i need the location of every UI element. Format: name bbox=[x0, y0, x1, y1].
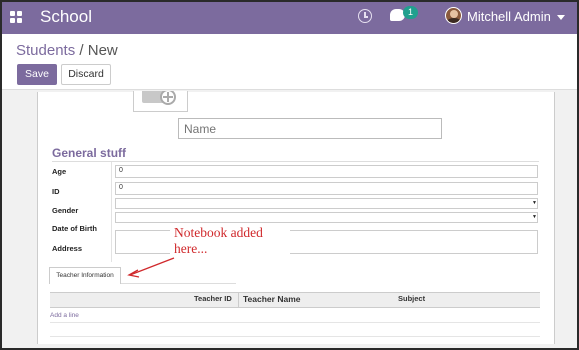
apps-grid-icon[interactable] bbox=[10, 11, 22, 23]
gender-dropdown-icon[interactable]: ▼ bbox=[532, 200, 537, 206]
column-teacher-id[interactable]: Teacher ID bbox=[194, 294, 232, 303]
app-window: School 1 Mitchell Admin Students / New S… bbox=[0, 0, 579, 350]
teacher-table-header: Teacher ID Teacher Name Subject bbox=[50, 292, 540, 308]
tab-underline bbox=[121, 283, 236, 284]
discard-button[interactable]: Discard bbox=[61, 64, 111, 85]
app-title[interactable]: School bbox=[40, 7, 92, 27]
annotation-arrow-icon bbox=[127, 257, 175, 278]
breadcrumb-students-link[interactable]: Students bbox=[16, 42, 75, 59]
activity-clock-icon[interactable] bbox=[358, 9, 372, 23]
annotation-line-1: Notebook added bbox=[174, 225, 263, 240]
annotation-line-2: here... bbox=[174, 241, 208, 256]
image-upload-placeholder[interactable] bbox=[133, 91, 188, 112]
top-navbar: School 1 Mitchell Admin bbox=[2, 2, 577, 34]
id-label: ID bbox=[52, 187, 60, 196]
user-name[interactable]: Mitchell Admin bbox=[467, 9, 551, 24]
age-field[interactable]: 0 bbox=[115, 165, 538, 178]
label-column-divider bbox=[111, 162, 112, 262]
chevron-down-icon[interactable] bbox=[557, 15, 565, 20]
add-image-icon bbox=[160, 91, 176, 105]
group-title: General stuff bbox=[52, 146, 127, 160]
column-divider bbox=[238, 293, 239, 307]
save-button[interactable]: Save bbox=[17, 64, 57, 85]
gender-label: Gender bbox=[52, 206, 79, 215]
group-separator bbox=[52, 161, 539, 162]
name-field[interactable] bbox=[178, 118, 442, 139]
table-row-divider bbox=[50, 336, 540, 337]
column-teacher-name[interactable]: Teacher Name bbox=[243, 294, 300, 304]
address-label: Address bbox=[52, 244, 83, 253]
column-subject[interactable]: Subject bbox=[398, 294, 425, 303]
user-avatar[interactable] bbox=[445, 7, 462, 24]
annotation-text: Notebook added here... bbox=[174, 225, 263, 257]
breadcrumb-current: New bbox=[87, 42, 118, 59]
age-label: Age bbox=[52, 167, 67, 176]
tab-teacher-information[interactable]: Teacher Information bbox=[49, 267, 121, 284]
chat-count-badge: 1 bbox=[403, 6, 418, 19]
add-line-link[interactable]: Add a line bbox=[50, 312, 79, 319]
breadcrumb-separator: / bbox=[79, 42, 84, 59]
gender-select[interactable] bbox=[115, 198, 538, 209]
dob-label: Date of Birth bbox=[52, 224, 97, 233]
breadcrumb: Students / New bbox=[16, 42, 118, 59]
id-field[interactable]: 0 bbox=[115, 182, 538, 195]
table-row-divider bbox=[50, 322, 540, 323]
dob-field[interactable] bbox=[115, 212, 538, 223]
dob-dropdown-icon[interactable]: ▼ bbox=[532, 214, 537, 220]
